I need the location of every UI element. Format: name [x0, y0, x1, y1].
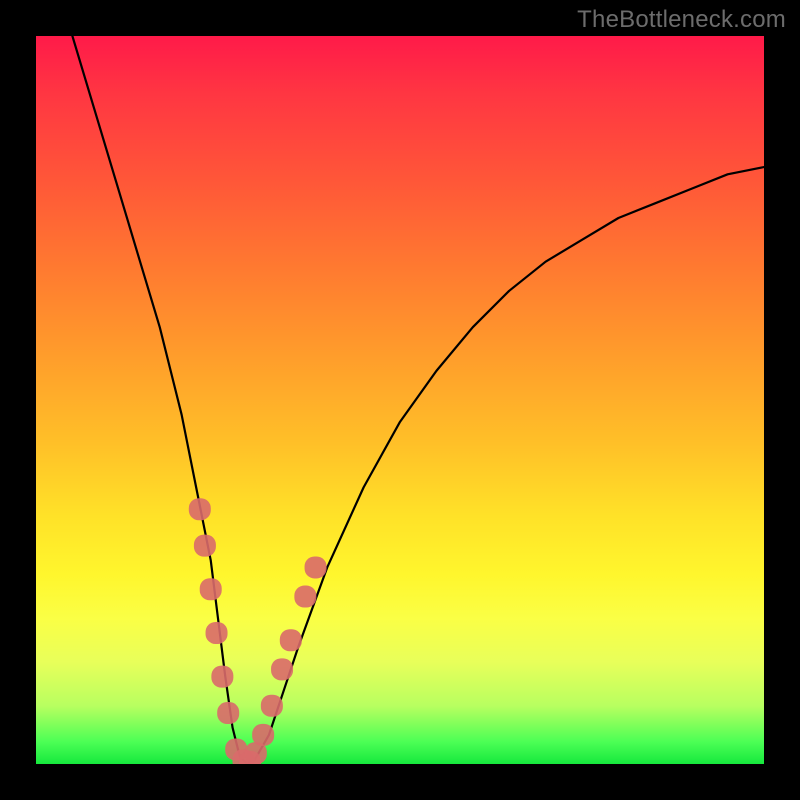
marker-dot [194, 535, 216, 557]
highlighted-range-markers [189, 498, 327, 764]
marker-dot [280, 629, 302, 651]
marker-dot [271, 658, 293, 680]
bottleneck-curve [72, 36, 764, 764]
curve-layer [36, 36, 764, 764]
marker-dot [294, 586, 316, 608]
marker-dot [305, 556, 327, 578]
marker-dot [252, 724, 274, 746]
marker-dot [261, 695, 283, 717]
marker-dot [206, 622, 228, 644]
marker-dot [200, 578, 222, 600]
marker-dot [217, 702, 239, 724]
watermark-text: TheBottleneck.com [577, 6, 786, 34]
chart-frame: TheBottleneck.com [0, 0, 800, 800]
marker-dot [211, 666, 233, 688]
plot-area [36, 36, 764, 764]
marker-dot [189, 498, 211, 520]
